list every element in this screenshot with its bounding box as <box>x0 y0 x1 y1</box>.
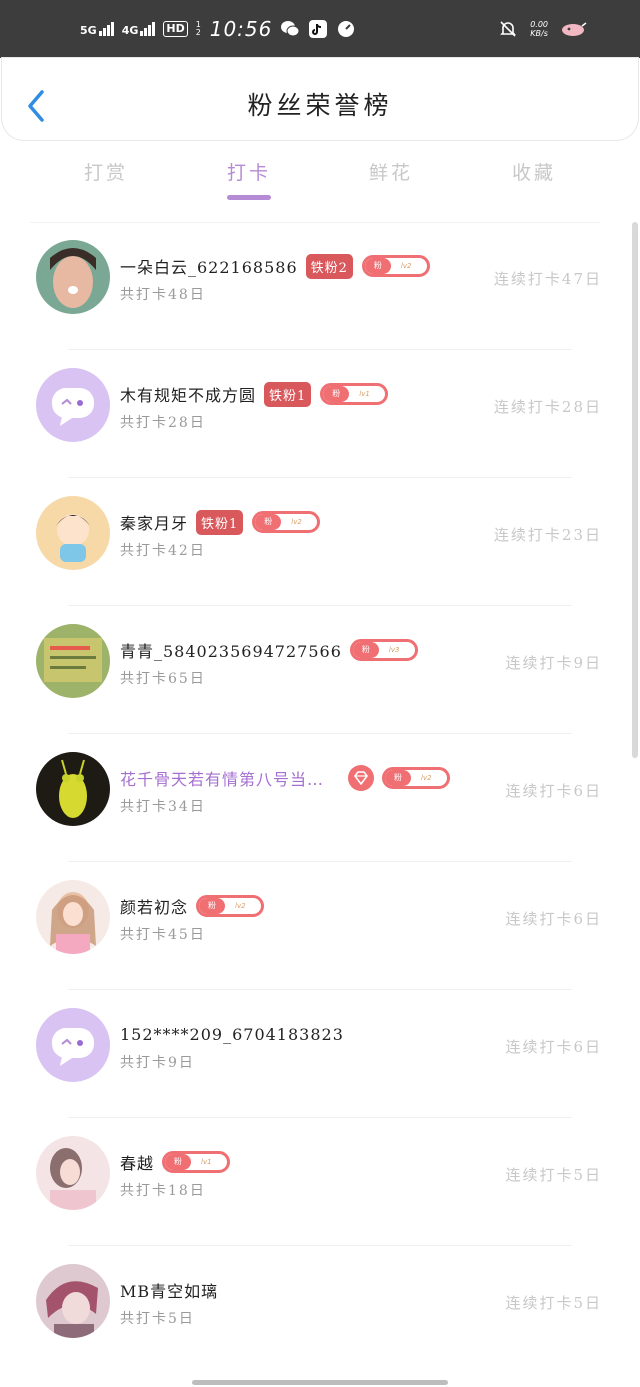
network-speed: 0.00 KB/s <box>530 20 548 38</box>
speed-value: 0.00 <box>530 20 548 29</box>
total-checkins: 共打卡48日 <box>120 287 206 303</box>
hd-sub: 1 2 <box>195 20 201 37</box>
streak-days: 连续打卡23日 <box>493 526 602 544</box>
list-item[interactable]: 秦家月牙 铁粉1 粉 lv2 共打卡42日 连续打卡23日 <box>0 478 632 606</box>
streak-days: 连续打卡5日 <box>505 1294 602 1312</box>
tab-favorites[interactable]: 收藏 <box>474 158 594 185</box>
fan-badge-level: lv1 <box>201 1158 212 1166</box>
fan-badge-head: 粉 <box>199 898 226 914</box>
fan-badge-level: lv2 <box>235 902 246 910</box>
fan-badge-head: 粉 <box>352 642 379 658</box>
tab-bar: 打赏 打卡 鲜花 收藏 <box>0 150 640 206</box>
user-name: 青青_5840235694727566 <box>120 642 342 661</box>
header-bar: 粉丝荣誉榜 <box>2 58 638 140</box>
streak-days: 连续打卡6日 <box>505 910 602 928</box>
avatar[interactable] <box>36 880 110 954</box>
chat-bubble-avatar-icon <box>36 1008 110 1082</box>
list-item[interactable]: 颜若初念 粉 lv2 共打卡45日 连续打卡6日 <box>0 862 632 990</box>
fan-level-badge: 粉 lv2 <box>252 511 321 533</box>
user-name: 一朵白云_622168586 <box>120 258 298 277</box>
fan-badge-level: lv3 <box>388 646 400 654</box>
avatar[interactable] <box>36 240 110 314</box>
avatar[interactable] <box>36 1264 110 1338</box>
user-name: 木有规矩不成方圆 <box>120 386 257 405</box>
fan-badge-level: lv2 <box>291 518 302 526</box>
notifications-off-icon <box>498 19 518 39</box>
scrollbar[interactable] <box>632 222 638 758</box>
fan-level-badge: 粉 lv2 <box>361 255 430 277</box>
hd-badge: HD <box>163 21 188 37</box>
total-checkins: 共打卡5日 <box>120 1311 195 1327</box>
fan-badge-head: 粉 <box>364 258 391 274</box>
list-item[interactable]: MB青空如璃 共打卡5日 连续打卡5日 <box>0 1246 632 1374</box>
avatar[interactable] <box>36 752 110 826</box>
list-item[interactable]: 青青_5840235694727566 粉 lv3 共打卡65日 连续打卡9日 <box>0 606 632 734</box>
tab-flowers[interactable]: 鲜花 <box>331 158 451 185</box>
fan-level-badge: 粉 lv2 <box>382 767 451 789</box>
fan-level-badge: 粉 lv1 <box>162 1151 231 1173</box>
fan-badge-head: 粉 <box>385 770 412 786</box>
list-item[interactable]: 春越 粉 lv1 共打卡18日 连续打卡5日 <box>0 1118 632 1246</box>
battery-icon <box>560 19 588 39</box>
signal-5g-icon: 5G <box>80 22 114 36</box>
total-checkins: 共打卡45日 <box>120 927 206 943</box>
streak-days: 连续打卡6日 <box>505 1038 602 1056</box>
iron-fan-badge: 铁粉1 <box>196 509 244 535</box>
list-item[interactable]: 152****209_6704183823 共打卡9日 连续打卡6日 <box>0 990 632 1118</box>
net-label-4g: 4G <box>121 24 139 37</box>
total-checkins: 共打卡9日 <box>120 1055 195 1071</box>
wechat-icon <box>280 19 300 39</box>
avatar[interactable] <box>36 368 110 442</box>
total-checkins: 共打卡42日 <box>120 543 206 559</box>
tab-checkin[interactable]: 打卡 <box>189 158 309 185</box>
tab-active-indicator <box>227 195 271 200</box>
net-label-5g: 5G <box>80 24 97 37</box>
list-item[interactable]: 一朵白云_622168586 铁粉2 粉 lv2 共打卡48日 连续打卡47日 <box>0 222 632 350</box>
tiktok-icon <box>308 19 328 39</box>
status-bar: 5G 4G HD 1 2 10:56 0.00 KB/s <box>0 0 640 58</box>
page-title: 粉丝荣誉榜 <box>247 91 393 120</box>
user-name: 秦家月牙 <box>120 514 189 533</box>
total-checkins: 共打卡18日 <box>120 1183 206 1199</box>
list-item[interactable]: 花千骨天若有情第八号当… 粉 lv2 共打卡34日 连续打卡6日 <box>0 734 632 862</box>
signal-4g-icon: 4G <box>122 22 156 36</box>
fan-badge-level: lv2 <box>421 774 432 782</box>
user-name: MB青空如璃 <box>120 1282 219 1301</box>
home-indicator[interactable] <box>192 1380 448 1385</box>
avatar[interactable] <box>36 1008 110 1082</box>
speedometer-icon <box>336 19 356 39</box>
iron-fan-badge: 铁粉2 <box>305 253 353 279</box>
tab-reward[interactable]: 打赏 <box>46 158 166 185</box>
total-checkins: 共打卡28日 <box>120 415 206 431</box>
fan-level-badge: 粉 lv3 <box>349 639 418 661</box>
avatar[interactable] <box>36 1136 110 1210</box>
streak-days: 连续打卡9日 <box>505 654 602 672</box>
user-name: 152****209_6704183823 <box>120 1024 344 1044</box>
streak-days: 连续打卡28日 <box>493 398 602 416</box>
total-checkins: 共打卡34日 <box>120 799 206 815</box>
fan-badge-head: 粉 <box>255 514 282 530</box>
clock: 10:56 <box>209 17 273 41</box>
fan-level-badge: 粉 lv1 <box>320 383 389 405</box>
iron-fan-badge: 铁粉1 <box>264 381 312 407</box>
avatar[interactable] <box>36 496 110 570</box>
list-item[interactable]: 木有规矩不成方圆 铁粉1 粉 lv1 共打卡28日 连续打卡28日 <box>0 350 632 478</box>
diamond-icon <box>348 765 375 791</box>
user-name: 花千骨天若有情第八号当… <box>120 770 325 789</box>
speed-unit: KB/s <box>530 29 548 38</box>
streak-days: 连续打卡6日 <box>505 782 602 800</box>
fan-badge-head: 粉 <box>323 386 350 402</box>
fan-badge-head: 粉 <box>165 1154 192 1170</box>
user-name: 颜若初念 <box>120 898 189 917</box>
chat-bubble-avatar-icon <box>36 368 110 442</box>
fan-level-badge: 粉 lv2 <box>196 895 265 917</box>
fan-badge-level: lv2 <box>400 262 412 270</box>
streak-days: 连续打卡5日 <box>505 1166 602 1184</box>
fan-badge-level: lv1 <box>359 390 370 398</box>
avatar[interactable] <box>36 624 110 698</box>
total-checkins: 共打卡65日 <box>120 671 206 687</box>
user-name: 春越 <box>120 1154 155 1173</box>
streak-days: 连续打卡47日 <box>493 270 602 288</box>
